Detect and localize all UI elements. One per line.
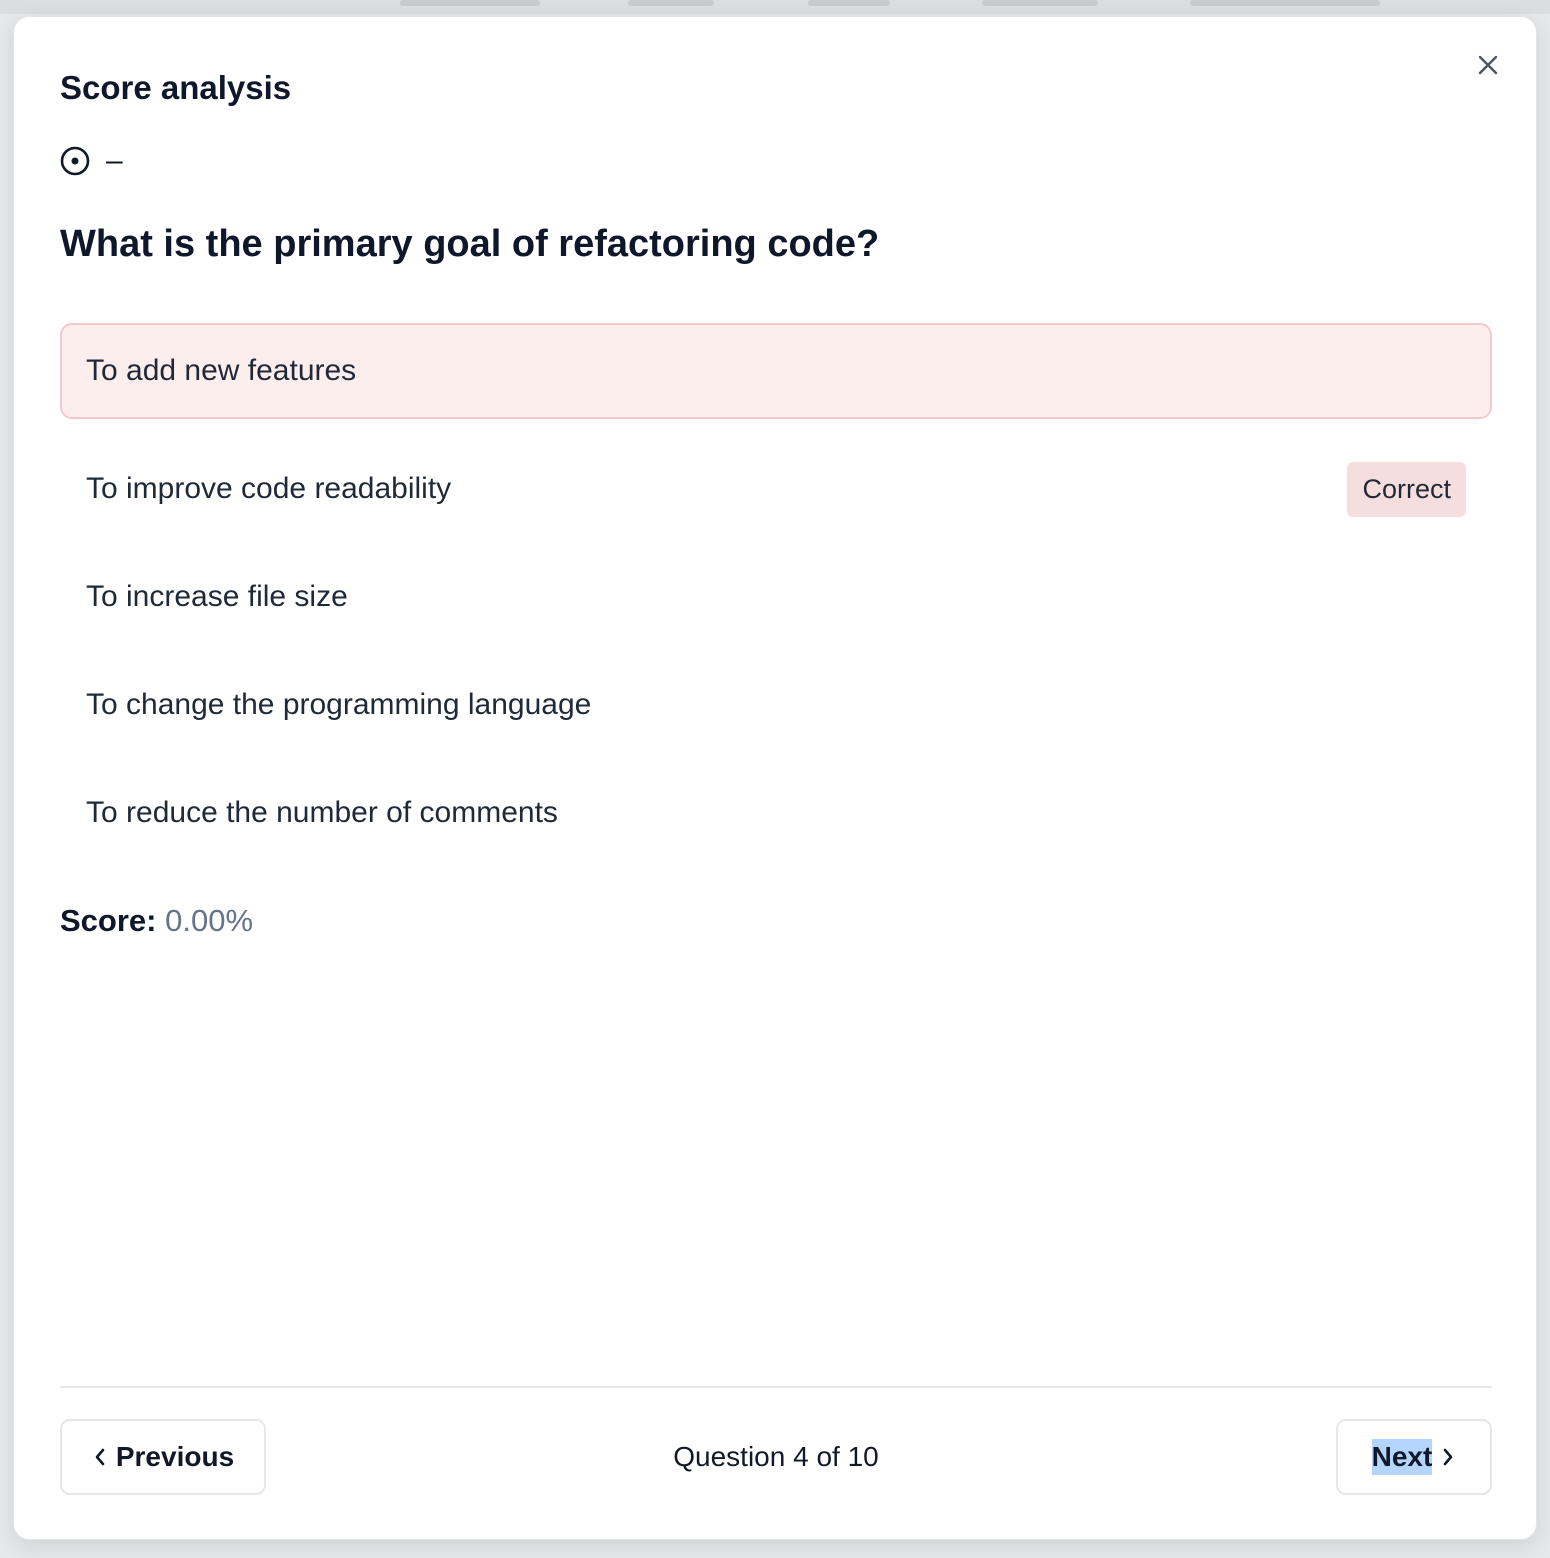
correct-badge: Correct — [1347, 461, 1466, 517]
dialog-title: Score analysis — [60, 69, 292, 106]
background-blob — [628, 0, 714, 6]
close-icon — [1478, 55, 1498, 75]
answer-option-selected: To add new features — [60, 323, 1492, 419]
background-page — [0, 0, 1550, 14]
question-text: What is the primary goal of refactoring … — [60, 223, 880, 265]
next-button[interactable]: Next — [1336, 1419, 1492, 1495]
score-summary: Score: 0.00% — [60, 903, 253, 939]
answer-option: To reduce the number of comments — [60, 759, 1492, 867]
background-blob — [400, 0, 540, 6]
background-blob — [808, 0, 890, 6]
question-progress: Question 4 of 10 — [673, 1441, 879, 1472]
score-analysis-dialog: Score analysis – What is the primary goa… — [13, 16, 1537, 1540]
radio-dot-icon — [60, 146, 90, 176]
background-blob — [982, 0, 1098, 6]
answer-option-label: To increase file size — [86, 580, 348, 613]
score-value: 0.00% — [165, 903, 254, 938]
answer-option-label: To add new features — [86, 354, 357, 387]
close-button[interactable] — [1470, 47, 1506, 83]
background-blob — [1190, 0, 1380, 6]
answer-option: To increase file size — [60, 543, 1492, 651]
next-label: Next — [1371, 1439, 1433, 1475]
answer-option: To change the programming language — [60, 651, 1492, 759]
status-value: – — [106, 144, 123, 177]
chevron-right-icon — [1444, 1448, 1453, 1466]
answer-options: To add new features To improve code read… — [60, 323, 1492, 867]
answer-option-label: To change the programming language — [86, 688, 592, 721]
footer-divider — [60, 1386, 1492, 1388]
answer-option-label: To reduce the number of comments — [86, 796, 558, 829]
answer-option-correct: To improve code readability Correct — [60, 435, 1492, 543]
answer-option-label: To improve code readability — [86, 472, 452, 505]
score-label: Score: — [60, 903, 157, 938]
status-row: – — [58, 144, 123, 178]
